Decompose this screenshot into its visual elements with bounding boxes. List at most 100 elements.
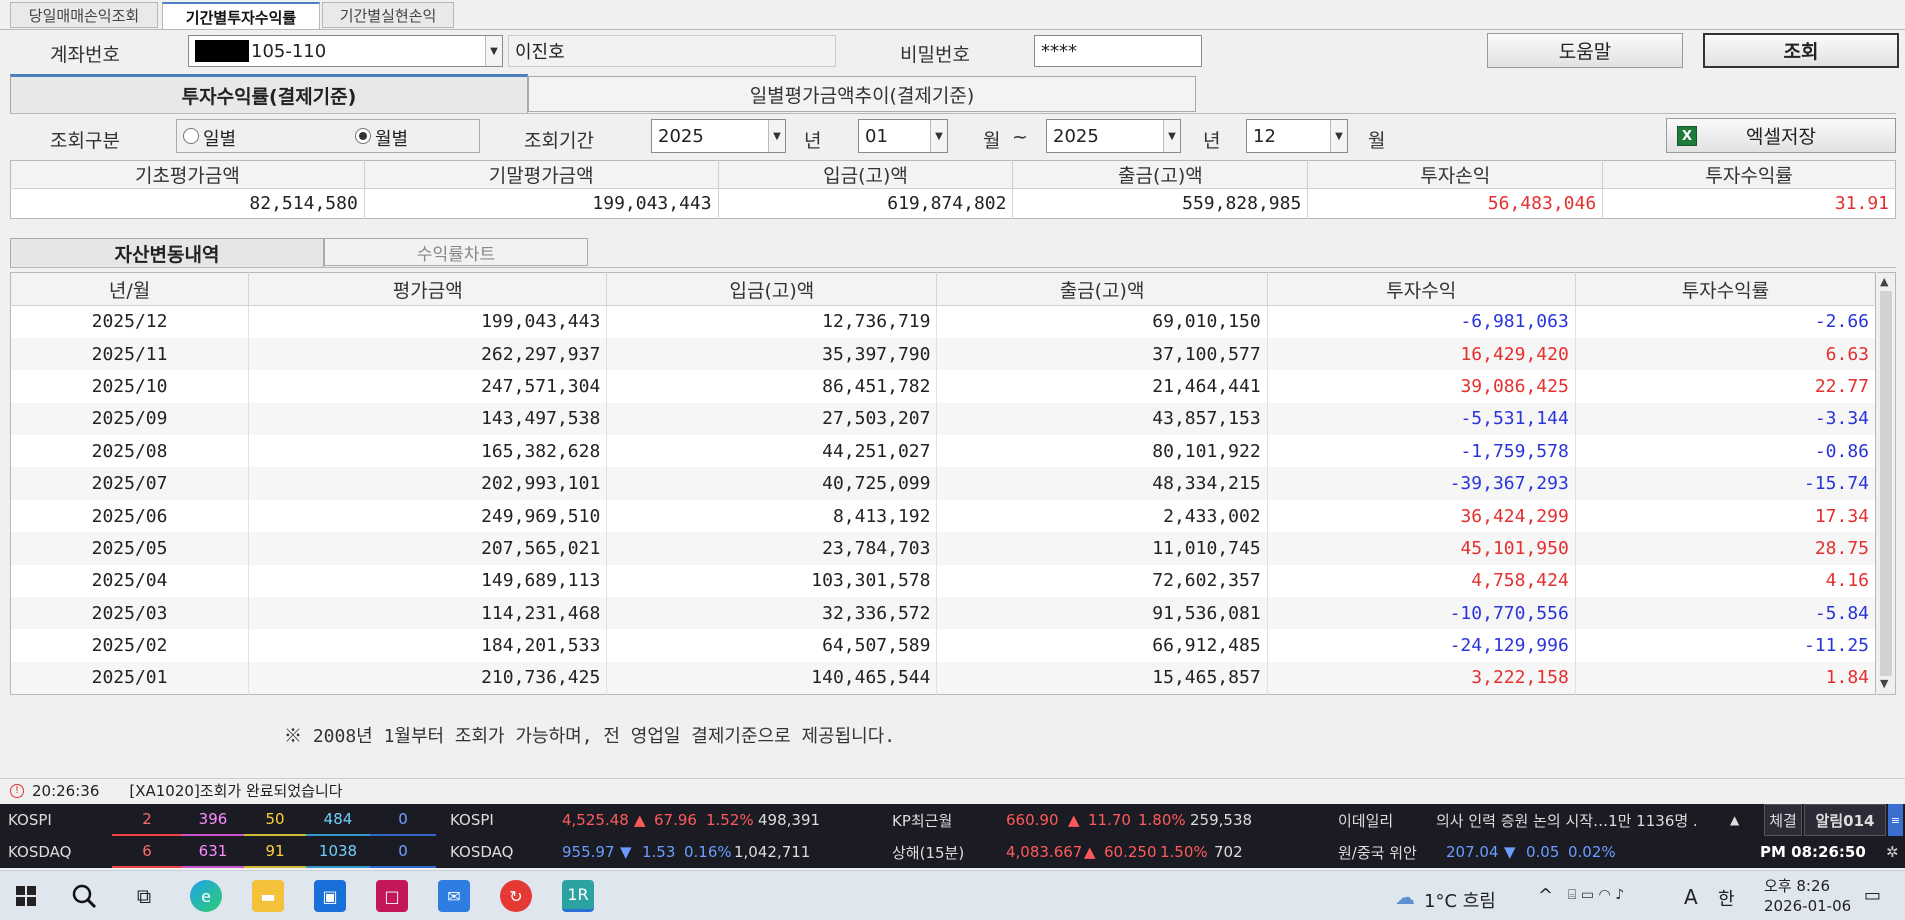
search-icon[interactable] bbox=[68, 880, 100, 912]
cell-return-rate: 1.84 bbox=[1575, 661, 1876, 695]
tab-period-return[interactable]: 기간별투자수익률 bbox=[162, 2, 320, 30]
panel-icon[interactable]: ≡ bbox=[1888, 804, 1903, 836]
gear-icon[interactable]: ✲ bbox=[1886, 836, 1899, 868]
edge-browser-icon[interactable]: e bbox=[190, 880, 222, 912]
table-row[interactable]: 2025/10 247,571,304 86,451,782 21,464,441 39… bbox=[10, 370, 1876, 403]
notification-icon[interactable]: ▭ bbox=[1864, 885, 1881, 906]
ticker-count-down-limit: 0 bbox=[370, 804, 436, 836]
chevron-down-icon[interactable]: ▼ bbox=[485, 36, 502, 66]
radio-daily[interactable] bbox=[183, 128, 199, 144]
cell-yearmonth: 2025/02 bbox=[10, 629, 250, 662]
notice-text: ※ 2008년 1월부터 조회가 가능하며, 전 영업일 결제기준으로 제공됩니… bbox=[284, 726, 896, 747]
trading-app-icon[interactable]: 1R bbox=[562, 880, 594, 912]
help-button[interactable]: 도움말 bbox=[1487, 33, 1683, 68]
grid-header: 평가금액 bbox=[248, 272, 608, 306]
taskbar-date[interactable]: 2026-01-06 bbox=[1764, 897, 1851, 915]
cell-withdrawal: 80,101,922 bbox=[936, 435, 1268, 468]
excel-save-button[interactable]: X 엑셀저장 bbox=[1666, 118, 1896, 153]
down-arrow-icon: ▼ bbox=[620, 843, 632, 861]
ticker-count-flat: 91 bbox=[244, 836, 306, 868]
tray-icons[interactable]: ⌸ ▭ ◠ ♪ bbox=[1568, 887, 1624, 903]
cell-valuation: 210,736,425 bbox=[248, 661, 608, 695]
scroll-thumb[interactable] bbox=[1880, 291, 1892, 676]
account-holder-name: 이진호 bbox=[508, 35, 836, 67]
table-row[interactable]: 2025/01 210,736,425 140,465,544 15,465,857 3… bbox=[10, 661, 1876, 695]
cell-deposit: 44,251,027 bbox=[606, 435, 938, 468]
table-row[interactable]: 2025/05 207,565,021 23,784,703 11,010,745 45… bbox=[10, 532, 1876, 565]
summary-header: 기초평가금액 bbox=[10, 160, 365, 189]
summary-header: 출금(고)액 bbox=[1012, 160, 1309, 189]
ticker-shanghai-name: 상해(15분) bbox=[892, 843, 965, 862]
tab-daily-pnl[interactable]: 당일매매손익조회 bbox=[10, 2, 158, 28]
tab-period-realized[interactable]: 기간별실현손익 bbox=[322, 2, 454, 28]
chevron-down-icon[interactable]: ▼ bbox=[930, 120, 947, 152]
tab-daily-valuation-trend[interactable]: 일별평가금액추이(결제기준) bbox=[528, 76, 1196, 112]
tab-return-chart[interactable]: 수익률차트 bbox=[324, 238, 588, 266]
file-explorer-icon[interactable]: ▬ bbox=[252, 880, 284, 912]
cell-yearmonth: 2025/12 bbox=[10, 305, 250, 338]
table-row[interactable]: 2025/07 202,993,101 40,725,099 48,334,215 -3… bbox=[10, 467, 1876, 500]
news-headline[interactable]: 의사 인력 증원 논의 시작…1만 1136명 . bbox=[1436, 804, 1726, 836]
from-month-select[interactable]: 01 ▼ bbox=[858, 119, 948, 153]
ticker-count-flat: 50 bbox=[244, 804, 306, 836]
cell-pnl: -24,129,996 bbox=[1267, 629, 1576, 662]
chevron-up-icon[interactable]: ^ bbox=[1538, 885, 1553, 906]
password-field[interactable]: **** bbox=[1034, 35, 1202, 67]
store-icon[interactable]: ▣ bbox=[314, 880, 346, 912]
cell-pnl: -1,759,578 bbox=[1267, 435, 1576, 468]
chevron-up-icon[interactable]: ▲ bbox=[1730, 804, 1739, 836]
cell-pnl: -5,531,144 bbox=[1267, 402, 1576, 436]
to-year-select[interactable]: 2025 ▼ bbox=[1046, 119, 1181, 153]
table-row[interactable]: 2025/08 165,382,628 44,251,027 80,101,922 -1… bbox=[10, 435, 1876, 468]
task-view-icon[interactable]: ⧉ bbox=[128, 880, 160, 912]
chevron-down-icon[interactable]: ▼ bbox=[1163, 120, 1180, 152]
grid-scrollbar[interactable]: ▲ ▼ bbox=[1877, 272, 1896, 695]
scroll-up-icon[interactable]: ▲ bbox=[1880, 275, 1888, 288]
scroll-down-icon[interactable]: ▼ bbox=[1880, 677, 1888, 690]
summary-table: 기초평가금액 기말평가금액 입금(고)액 출금(고)액 투자손익 투자수익률 8… bbox=[10, 160, 1896, 219]
ticker-index-name: KOSDAQ bbox=[8, 843, 72, 861]
cell-valuation: 199,043,443 bbox=[248, 305, 608, 338]
excel-save-label: 엑셀저장 bbox=[1746, 126, 1816, 148]
tab-asset-changes[interactable]: 자산변동내역 bbox=[10, 238, 324, 268]
table-row[interactable]: 2025/04 149,689,113 103,301,578 72,602,357 4… bbox=[10, 564, 1876, 598]
ticker-futures-value: 660.90 bbox=[1006, 811, 1059, 829]
table-row[interactable]: 2025/11 262,297,937 35,397,790 37,100,577 16… bbox=[10, 337, 1876, 371]
table-row[interactable]: 2025/09 143,497,538 27,503,207 43,857,153 -5… bbox=[10, 402, 1876, 436]
outlook-icon[interactable]: ✉ bbox=[438, 880, 470, 912]
app-red-icon[interactable]: □ bbox=[376, 880, 408, 912]
table-row[interactable]: 2025/12 199,043,443 12,736,719 69,010,150 -6… bbox=[10, 305, 1876, 338]
taskbar-time[interactable]: 오후 8:26 bbox=[1764, 875, 1830, 896]
cell-deposit: 27,503,207 bbox=[606, 402, 938, 436]
summary-withdrawal: 559,828,985 bbox=[1012, 188, 1309, 219]
chevron-down-icon[interactable]: ▼ bbox=[1330, 120, 1347, 152]
weather-text[interactable]: 1°C 흐림 bbox=[1424, 887, 1496, 913]
query-button[interactable]: 조회 bbox=[1703, 33, 1899, 68]
from-year-select[interactable]: 2025 ▼ bbox=[651, 119, 786, 153]
to-month-select[interactable]: 12 ▼ bbox=[1246, 119, 1348, 153]
ime-mode-a[interactable]: A bbox=[1684, 885, 1698, 909]
account-number-combo[interactable]: 105-110 ▼ bbox=[188, 35, 503, 67]
cell-return-rate: -2.66 bbox=[1814, 311, 1869, 333]
cell-deposit: 12,736,719 bbox=[606, 305, 938, 338]
windows-start-icon[interactable] bbox=[10, 880, 42, 912]
cell-valuation: 247,571,304 bbox=[248, 370, 608, 403]
cell-valuation: 249,969,510 bbox=[248, 499, 608, 533]
tab-execution[interactable]: 체결 bbox=[1764, 804, 1802, 836]
cell-withdrawal: 11,010,745 bbox=[936, 532, 1268, 565]
cell-yearmonth: 2025/11 bbox=[10, 337, 250, 371]
table-row[interactable]: 2025/06 249,969,510 8,413,192 2,433,002 36,4… bbox=[10, 499, 1876, 533]
chevron-down-icon[interactable]: ▼ bbox=[768, 120, 785, 152]
ticker-index-name: KOSPI bbox=[8, 811, 52, 829]
radio-monthly[interactable] bbox=[355, 128, 371, 144]
tab-return-settlement[interactable]: 투자수익률(결제기준) bbox=[10, 74, 528, 114]
tab-alert[interactable]: 알림014 bbox=[1804, 804, 1886, 836]
ime-mode-han[interactable]: 한 bbox=[1718, 885, 1735, 911]
table-row[interactable]: 2025/03 114,231,468 32,336,572 91,536,081 -1… bbox=[10, 597, 1876, 630]
cell-pnl: -39,367,293 bbox=[1267, 467, 1576, 500]
sync-app-icon[interactable]: ↻ bbox=[500, 880, 532, 912]
cell-valuation: 184,201,533 bbox=[248, 629, 608, 662]
cell-return-rate: 6.63 bbox=[1575, 337, 1876, 371]
cell-pnl: 45,101,950 bbox=[1267, 532, 1576, 565]
table-row[interactable]: 2025/02 184,201,533 64,507,589 66,912,485 -2… bbox=[10, 629, 1876, 662]
